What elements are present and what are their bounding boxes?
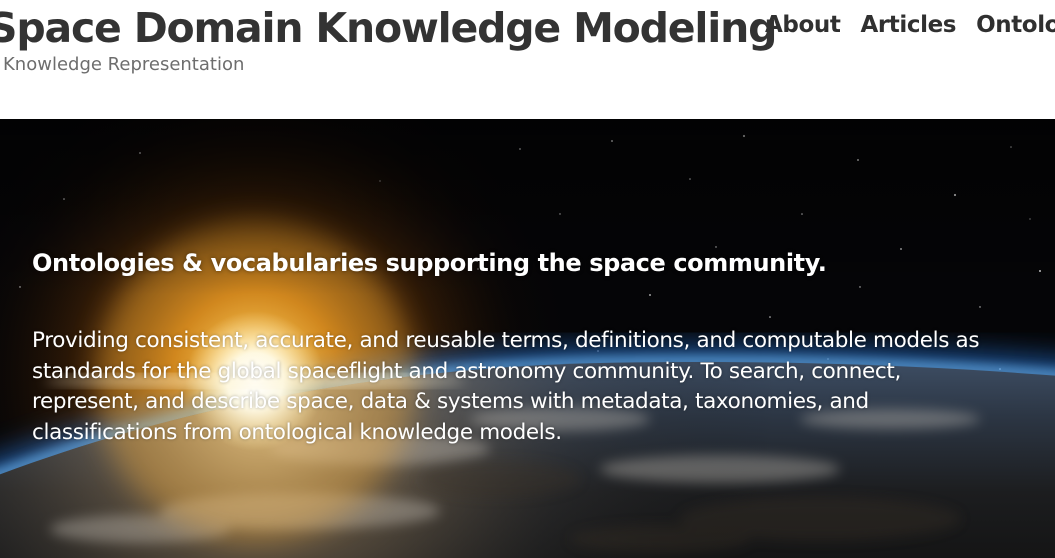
site-tagline: Knowledge Representation [3,54,245,75]
nav-item-about[interactable]: About [765,12,841,38]
hero-description: Providing consistent, accurate, and reus… [32,328,980,445]
main-nav: About Articles Ontologies [765,12,1055,38]
hero-heading: Ontologies & vocabularies supporting the… [32,249,827,277]
nav-item-ontologies[interactable]: Ontologies [976,12,1055,38]
hero-heading-rest: supporting the space community. [377,249,827,277]
page: Space Domain Knowledge Modeling Knowledg… [0,0,1055,558]
hero-banner: Ontologies & vocabularies supporting the… [0,119,1055,558]
site-title-link[interactable]: Space Domain Knowledge Modeling [0,4,777,52]
hero-heading-ontologies: Ontologies [32,249,175,277]
site-header: Space Domain Knowledge Modeling Knowledg… [0,0,1055,119]
hero-heading-vocabularies: vocabularies [210,249,378,277]
nav-item-articles[interactable]: Articles [860,12,956,38]
hero-heading-ampersand: & [174,249,211,277]
